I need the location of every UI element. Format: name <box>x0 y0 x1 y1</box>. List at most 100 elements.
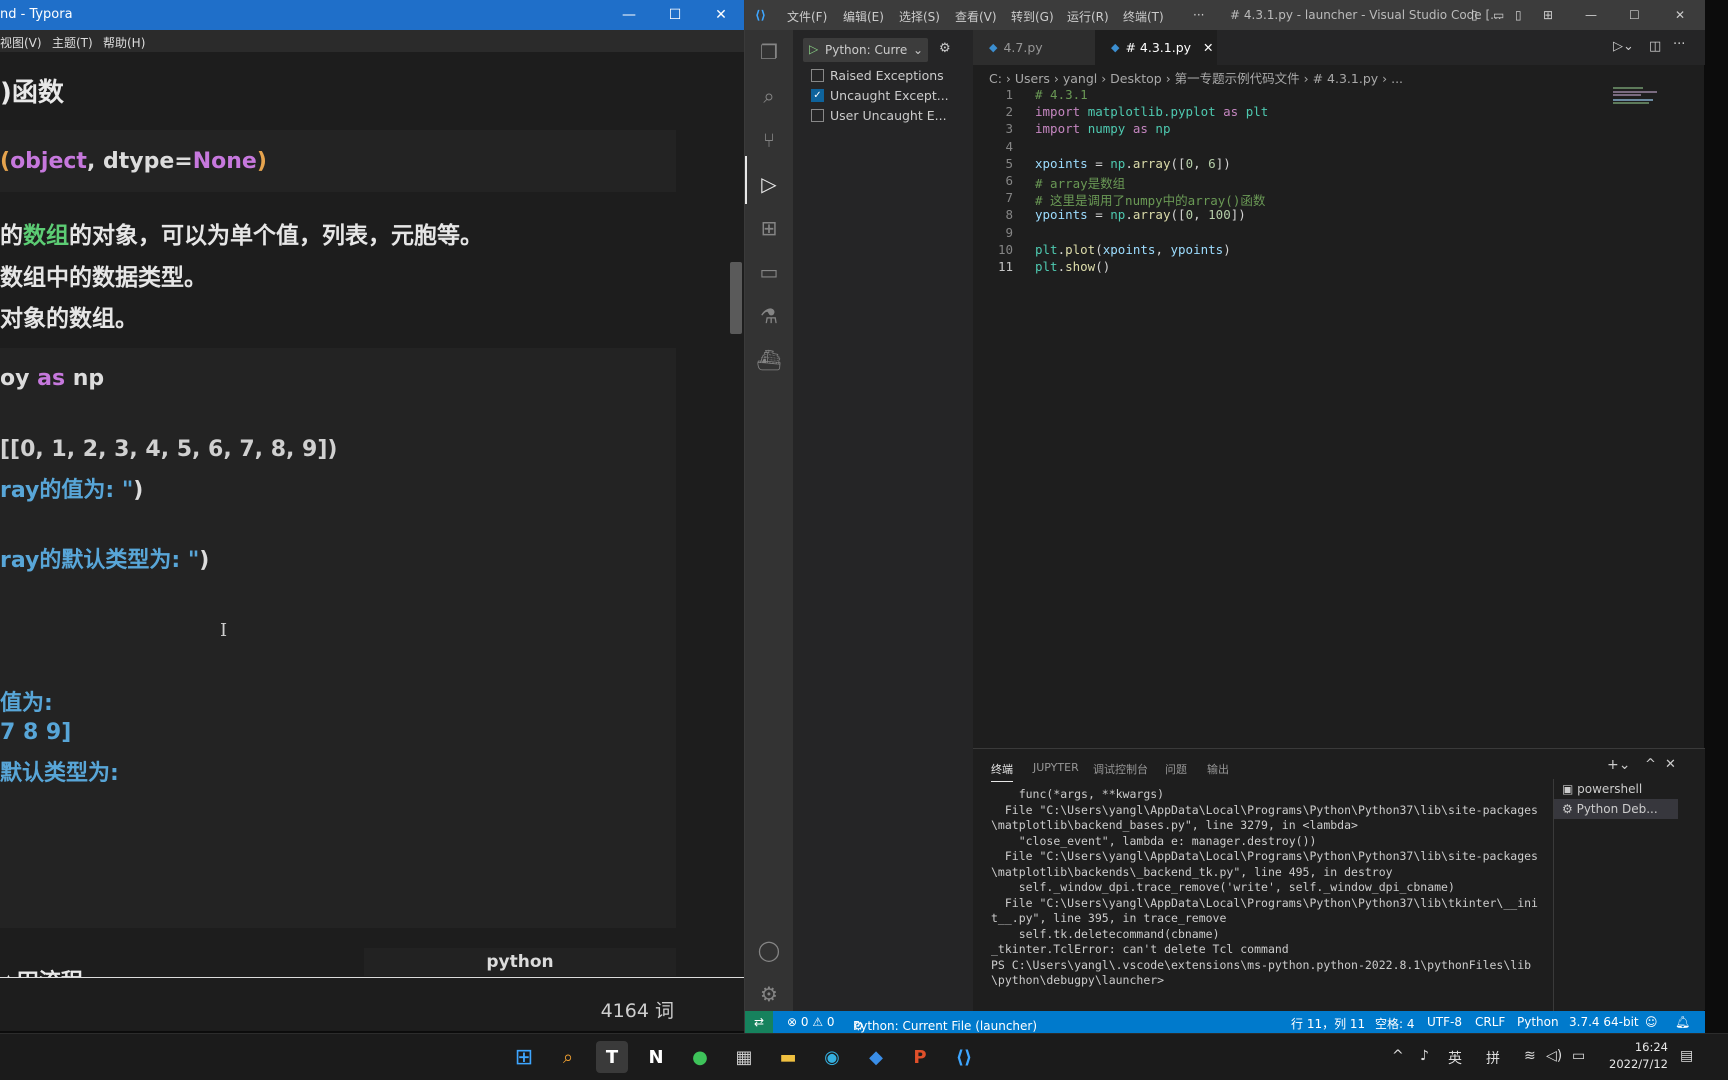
docker-icon[interactable]: ⛴ <box>755 346 783 374</box>
ime-mode[interactable]: 拼 <box>1486 1048 1500 1068</box>
notification-center-icon[interactable]: ▤ <box>1680 1048 1693 1064</box>
vscode-titlebar[interactable]: ⟨⟩ 文件(F) 编辑(E) 选择(S) 查看(V) 转到(G) 运行(R) 终… <box>745 0 1705 30</box>
microphone-icon[interactable]: ♪ <box>1420 1048 1429 1064</box>
minimize-button[interactable]: — <box>606 0 652 30</box>
code-line[interactable]: 5 xpoints = np.array([0, 6]) <box>973 156 1693 175</box>
wifi-icon[interactable]: ≋ <box>1524 1048 1536 1064</box>
code-line[interactable]: 10 plt.plot(xpoints, ypoints) <box>973 242 1693 261</box>
edge-browser-icon[interactable]: ◉ <box>816 1041 848 1073</box>
breakpoint-uncaught-exceptions[interactable]: ✓ Uncaught Except... <box>811 88 949 103</box>
problems-count[interactable]: ⊗ 0 ⚠ 0 <box>787 1015 835 1029</box>
typora-titlebar[interactable]: nd - Typora — ☐ ✕ <box>0 0 744 30</box>
menu-run[interactable]: 运行(R) <box>1067 8 1109 25</box>
feedback-icon[interactable]: ☺ <box>1645 1015 1658 1029</box>
menu-help[interactable]: 帮助(H) <box>103 34 145 51</box>
code-line[interactable]: 3 import numpy as np <box>973 121 1693 140</box>
end-of-line[interactable]: CRLF <box>1475 1015 1505 1029</box>
notion-app-icon[interactable]: N <box>640 1041 672 1073</box>
python-interpreter[interactable]: 3.7.4 64-bit <box>1569 1015 1639 1029</box>
accounts-icon[interactable]: ◯ <box>755 936 783 964</box>
close-tab-icon[interactable]: ✕ <box>1203 40 1213 55</box>
indentation[interactable]: 空格: 4 <box>1375 1015 1415 1032</box>
menu-file[interactable]: 文件(F) <box>787 8 827 25</box>
close-icon[interactable]: ✕ <box>1675 8 1685 22</box>
code-line[interactable]: 11 plt.show() <box>973 259 1693 278</box>
breakpoint-user-uncaught[interactable]: User Uncaught E... <box>811 108 947 123</box>
new-terminal-icon[interactable]: +⌄ <box>1607 757 1630 773</box>
code-line[interactable]: 6 # array是数组 <box>973 173 1693 192</box>
code-line[interactable]: 7 # 这里是调用了numpy中的array()函数 <box>973 190 1693 209</box>
minimize-icon[interactable]: — <box>1585 8 1597 22</box>
language-mode[interactable]: Python <box>1517 1015 1559 1029</box>
minimap[interactable] <box>1613 87 1693 107</box>
code-line[interactable]: 1 # 4.3.1 <box>973 87 1693 106</box>
calculator-app-icon[interactable]: ▦ <box>728 1041 760 1073</box>
settings-gear-icon[interactable]: ⚙ <box>755 980 783 1008</box>
checkbox-checked-icon[interactable]: ✓ <box>811 89 824 102</box>
maximize-button[interactable]: ☐ <box>652 0 698 30</box>
windows-start-icon[interactable]: ⊞ <box>508 1041 540 1073</box>
wechat-app-icon[interactable]: ● <box>684 1041 716 1073</box>
menu-theme[interactable]: 主题(T) <box>52 34 93 51</box>
close-panel-icon[interactable]: ✕ <box>1665 757 1676 772</box>
extensions-icon[interactable]: ⊞ <box>755 214 783 242</box>
cursor-position[interactable]: 行 11，列 11 <box>1291 1015 1365 1032</box>
run-debug-icon[interactable]: ▷ <box>755 170 783 198</box>
typora-document[interactable]: )函数 (object, dtype=None) 的数组的对象，可以为单个值，列… <box>0 52 728 977</box>
typora-scrollbar[interactable] <box>730 262 742 334</box>
code-line[interactable]: 2 import matplotlib.pyplot as plt <box>973 104 1693 123</box>
volume-icon[interactable]: ◁) <box>1546 1048 1562 1064</box>
panel-tab-debug-console[interactable]: 调试控制台 <box>1093 761 1148 777</box>
breadcrumb[interactable]: C: › Users › yangl › Desktop › 第一专题示例代码文… <box>973 65 1705 87</box>
word-count[interactable]: 4164 词 <box>601 996 674 1023</box>
whiteboard-app-icon[interactable]: ◆ <box>860 1041 892 1073</box>
maximize-panel-icon[interactable]: ^ <box>1645 757 1656 772</box>
battery-icon[interactable]: ▭ <box>1572 1048 1585 1064</box>
code-block[interactable] <box>0 348 676 928</box>
vscode-app-icon[interactable]: ⟨⟩ <box>948 1041 980 1073</box>
checkbox[interactable] <box>811 109 824 122</box>
code-language-label[interactable]: python <box>364 948 676 976</box>
menu-edit[interactable]: 编辑(E) <box>843 8 884 25</box>
search-icon[interactable]: ⌕ <box>755 82 783 110</box>
panel-tab-output[interactable]: 输出 <box>1207 761 1229 777</box>
panel-tab-problems[interactable]: 问题 <box>1165 761 1187 777</box>
maximize-icon[interactable]: ☐ <box>1629 8 1640 22</box>
testing-icon[interactable]: ⚗ <box>755 302 783 330</box>
remote-indicator-icon[interactable]: ⇄ <box>745 1011 773 1033</box>
typora-app-icon[interactable]: T <box>596 1041 628 1073</box>
explorer-icon[interactable]: ❐ <box>755 38 783 66</box>
debug-settings-gear-icon[interactable]: ⚙ <box>939 41 951 56</box>
toggle-secondary-sidebar-icon[interactable]: ▯ <box>1515 8 1522 22</box>
taskbar-clock[interactable]: 16:24 2022/7/12 <box>1609 1039 1668 1073</box>
ime-language[interactable]: 英 <box>1448 1048 1462 1068</box>
file-explorer-icon[interactable]: ▬ <box>772 1041 804 1073</box>
toggle-sidebar-icon[interactable]: ▯ <box>1471 8 1478 22</box>
code-editor[interactable]: 1 # 4.3.1 2 import matplotlib.pyplot as plt… <box>973 87 1693 747</box>
search-icon[interactable]: ⌕ <box>552 1041 584 1073</box>
code-line[interactable]: 8 ypoints = np.array([0, 100]) <box>973 207 1693 226</box>
tab-4-7-py[interactable]: ◆ 4.7.py <box>973 30 1095 65</box>
show-hidden-icons-chevron-icon[interactable]: ^ <box>1392 1048 1404 1064</box>
remote-explorer-icon[interactable]: ▭ <box>755 258 783 286</box>
source-control-icon[interactable]: ⑂ <box>755 126 783 154</box>
panel-tab-jupyter[interactable]: JUPYTER <box>1033 761 1079 774</box>
code-line[interactable]: 9 <box>973 225 1693 244</box>
start-debug-icon[interactable]: ▷ <box>809 42 818 56</box>
panel-tab-terminal[interactable]: 终端 <box>991 761 1013 782</box>
more-actions-icon[interactable]: ··· <box>1673 37 1685 52</box>
menu-terminal[interactable]: 终端(T) <box>1123 8 1164 25</box>
customize-layout-icon[interactable]: ⊞ <box>1543 8 1553 22</box>
menu-selection[interactable]: 选择(S) <box>899 8 940 25</box>
breakpoint-raised-exceptions[interactable]: Raised Exceptions <box>811 68 944 83</box>
debug-config-dropdown[interactable]: ▷ Python: Curre ⌄ <box>803 38 928 62</box>
menu-view[interactable]: 视图(V) <box>0 34 42 51</box>
close-button[interactable]: ✕ <box>698 0 744 30</box>
notifications-bell-icon[interactable]: 🔔︎ <box>1675 1015 1690 1029</box>
split-editor-icon[interactable]: ◫ <box>1649 39 1661 54</box>
toggle-panel-icon[interactable]: ▭ <box>1493 8 1504 22</box>
terminal-output[interactable]: func(*args, **kwargs) File "C:\Users\yan… <box>991 787 1543 989</box>
powerpoint-app-icon[interactable]: P <box>904 1041 936 1073</box>
menu-more[interactable]: ··· <box>1193 8 1204 22</box>
checkbox[interactable] <box>811 69 824 82</box>
